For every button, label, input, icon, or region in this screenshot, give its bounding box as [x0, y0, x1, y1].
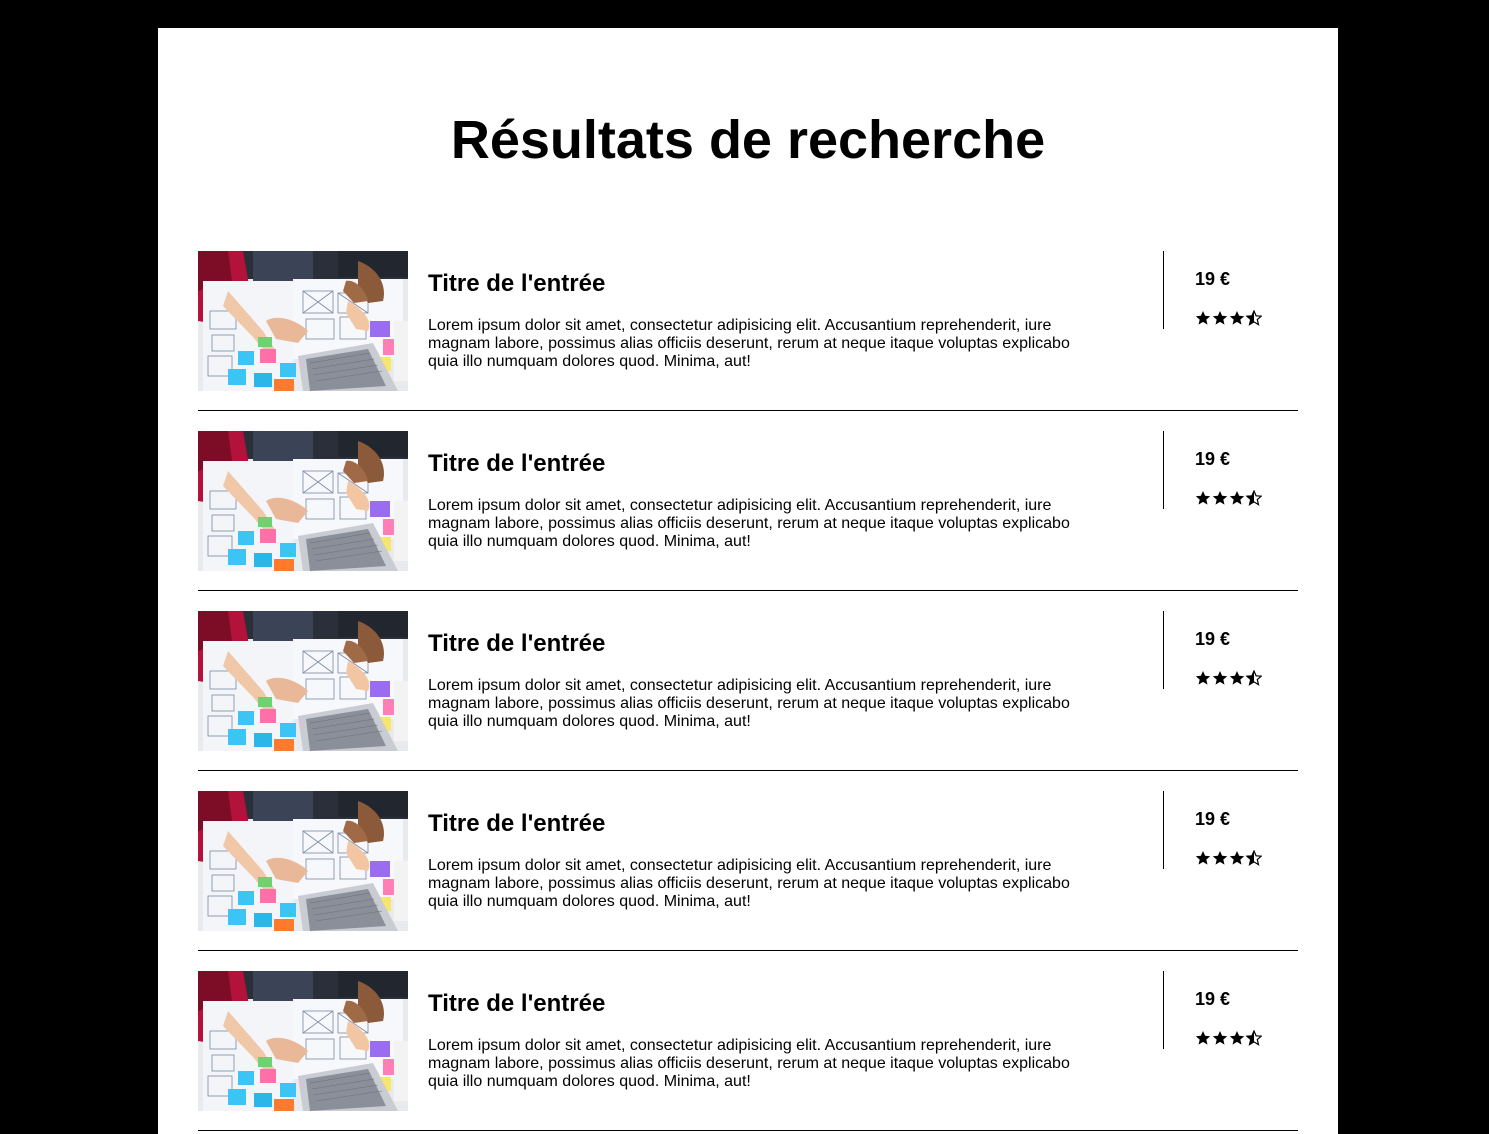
star-rating — [1195, 850, 1262, 866]
result-item[interactable]: Titre de l'entrée Lorem ipsum dolor sit … — [198, 251, 1298, 411]
star-icon — [1212, 851, 1228, 865]
team-working-photo[interactable] — [198, 791, 408, 931]
team-working-photo[interactable] — [198, 431, 408, 571]
result-meta: 19 € — [1163, 791, 1298, 869]
result-description: Lorem ipsum dolor sit amet, consectetur … — [428, 1037, 1070, 1090]
photo-image — [198, 611, 408, 751]
result-meta: 19 € — [1163, 611, 1298, 689]
star-icon — [1229, 671, 1245, 685]
result-item[interactable]: Titre de l'entrée Lorem ipsum dolor sit … — [198, 791, 1298, 951]
star-icon — [1212, 311, 1228, 325]
result-title[interactable]: Titre de l'entrée — [428, 450, 605, 478]
result-title[interactable]: Titre de l'entrée — [428, 990, 605, 1018]
star-icon — [1246, 670, 1262, 686]
star-icon — [1229, 311, 1245, 325]
star-icon — [1246, 850, 1262, 866]
star-icon — [1195, 671, 1211, 685]
photo-image — [198, 431, 408, 571]
result-item[interactable]: Titre de l'entrée Lorem ipsum dolor sit … — [198, 971, 1298, 1131]
star-icon — [1229, 1031, 1245, 1045]
star-icon — [1212, 1031, 1228, 1045]
page-title: Résultats de recherche — [450, 110, 1046, 170]
result-meta: 19 € — [1163, 971, 1298, 1049]
star-icon — [1195, 311, 1211, 325]
star-icon — [1246, 1030, 1262, 1046]
team-working-photo[interactable] — [198, 971, 408, 1111]
result-meta: 19 € — [1163, 251, 1298, 329]
result-price: 19 € — [1195, 269, 1231, 289]
star-rating — [1195, 310, 1262, 326]
team-working-photo[interactable] — [198, 251, 408, 391]
star-rating — [1195, 670, 1262, 686]
photo-image — [198, 971, 408, 1111]
team-working-photo[interactable] — [198, 611, 408, 751]
star-icon — [1229, 851, 1245, 865]
star-icon — [1229, 491, 1245, 505]
result-item[interactable]: Titre de l'entrée Lorem ipsum dolor sit … — [198, 611, 1298, 771]
result-title[interactable]: Titre de l'entrée — [428, 630, 605, 658]
result-price: 19 € — [1195, 629, 1231, 649]
result-meta: 19 € — [1163, 431, 1298, 509]
result-description: Lorem ipsum dolor sit amet, consectetur … — [428, 857, 1070, 910]
star-icon — [1195, 1031, 1211, 1045]
result-description: Lorem ipsum dolor sit amet, consectetur … — [428, 317, 1070, 370]
result-title[interactable]: Titre de l'entrée — [428, 270, 605, 298]
star-rating — [1195, 490, 1262, 506]
star-icon — [1246, 490, 1262, 506]
result-price: 19 € — [1195, 989, 1231, 1009]
star-icon — [1195, 851, 1211, 865]
result-description: Lorem ipsum dolor sit amet, consectetur … — [428, 497, 1070, 550]
results-list: Titre de l'entrée Lorem ipsum dolor sit … — [198, 251, 1298, 1134]
result-title[interactable]: Titre de l'entrée — [428, 810, 605, 838]
result-item[interactable]: Titre de l'entrée Lorem ipsum dolor sit … — [198, 431, 1298, 591]
star-icon — [1195, 491, 1211, 505]
result-price: 19 € — [1195, 809, 1231, 829]
result-price: 19 € — [1195, 449, 1231, 469]
star-icon — [1212, 491, 1228, 505]
photo-image — [198, 251, 408, 391]
star-icon — [1246, 310, 1262, 326]
result-description: Lorem ipsum dolor sit amet, consectetur … — [428, 677, 1070, 730]
star-rating — [1195, 1030, 1262, 1046]
star-icon — [1212, 671, 1228, 685]
search-results-page: Résultats de recherche Titre de l'entrée… — [158, 28, 1338, 1134]
photo-image — [198, 791, 408, 931]
